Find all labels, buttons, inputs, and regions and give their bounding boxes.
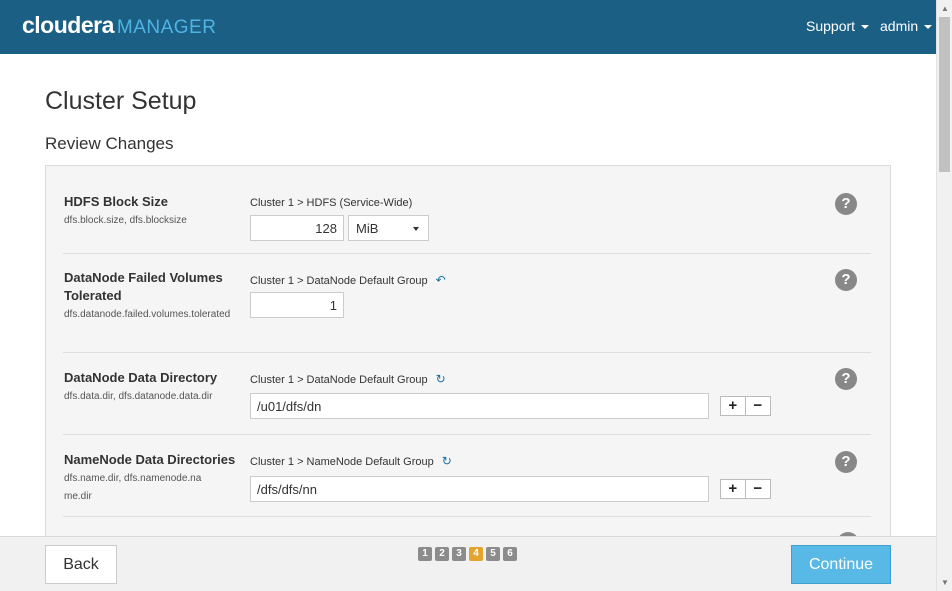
config-scope: Cluster 1 > NameNode Default Group ↻ bbox=[250, 454, 452, 468]
scroll-up-arrow-icon[interactable]: ▲ bbox=[937, 0, 952, 17]
wizard-step[interactable]: 1 bbox=[418, 547, 432, 561]
config-label: NameNode Data Directories bbox=[64, 452, 236, 467]
help-icon[interactable]: ? bbox=[835, 451, 857, 473]
config-keys: dfs.name.dir, dfs.namenode.name.dir bbox=[64, 473, 202, 502]
wizard-step-current[interactable]: 4 bbox=[469, 547, 483, 561]
config-scope: Cluster 1 > DataNode Default Group ↻ bbox=[250, 372, 446, 386]
add-directory-button[interactable]: + bbox=[721, 480, 746, 498]
support-menu-label: Support bbox=[806, 18, 856, 34]
datanode-data-dir-input[interactable]: /u01/dfs/dn bbox=[250, 393, 709, 419]
config-keys: dfs.data.dir, dfs.datanode.data.dir bbox=[64, 391, 213, 402]
config-row-datanode-data-dir: DataNode Data Directory dfs.data.dir, df… bbox=[63, 353, 871, 435]
config-keys: dfs.block.size, dfs.blocksize bbox=[64, 215, 187, 226]
directory-add-remove-group: + − bbox=[720, 479, 771, 499]
top-navbar: cloudera MANAGER Support admin bbox=[0, 0, 936, 54]
help-icon[interactable]: ? bbox=[835, 193, 857, 215]
logo-product: MANAGER bbox=[116, 17, 217, 38]
config-scope-text: Cluster 1 > DataNode Default Group bbox=[250, 374, 428, 386]
scrollbar-thumb[interactable] bbox=[939, 17, 950, 172]
wizard-footer: Back 1 2 3 4 5 6 Continue bbox=[0, 536, 936, 591]
caret-down-icon bbox=[861, 25, 870, 30]
config-row-hdfs-block-size: HDFS Block Size dfs.block.size, dfs.bloc… bbox=[63, 166, 871, 254]
config-scope-text: Cluster 1 > DataNode Default Group bbox=[250, 275, 428, 287]
block-size-unit-select[interactable]: MiB bbox=[348, 215, 429, 241]
remove-directory-button[interactable]: − bbox=[746, 480, 770, 498]
directory-add-remove-group: + − bbox=[720, 396, 771, 416]
failed-volumes-input[interactable]: 1 bbox=[250, 292, 344, 318]
wizard-step[interactable]: 2 bbox=[435, 547, 449, 561]
block-size-unit-value: MiB bbox=[356, 221, 379, 236]
undo-arrow-icon[interactable]: ↶ bbox=[436, 273, 446, 287]
config-scope-text: Cluster 1 > HDFS (Service-Wide) bbox=[250, 197, 413, 209]
config-scope-text: Cluster 1 > NameNode Default Group bbox=[250, 456, 434, 468]
continue-button[interactable]: Continue bbox=[791, 545, 891, 584]
caret-down-icon bbox=[924, 25, 933, 30]
cloudera-manager-logo[interactable]: cloudera MANAGER bbox=[22, 12, 216, 41]
review-changes-panel: HDFS Block Size dfs.block.size, dfs.bloc… bbox=[45, 165, 891, 545]
config-label: HDFS Block Size bbox=[64, 194, 169, 209]
refresh-icon[interactable]: ↻ bbox=[442, 454, 452, 468]
scroll-down-arrow-icon[interactable]: ▼ bbox=[937, 574, 952, 591]
namenode-data-dir-input[interactable]: /dfs/dfs/nn bbox=[250, 476, 709, 502]
wizard-step[interactable]: 5 bbox=[486, 547, 500, 561]
admin-menu[interactable]: admin bbox=[880, 18, 933, 34]
back-button[interactable]: Back bbox=[45, 545, 117, 584]
help-icon[interactable]: ? bbox=[835, 368, 857, 390]
wizard-step-indicator: 1 2 3 4 5 6 bbox=[418, 547, 517, 561]
wizard-step[interactable]: 6 bbox=[503, 547, 517, 561]
admin-menu-label: admin bbox=[880, 18, 919, 34]
add-directory-button[interactable]: + bbox=[721, 397, 746, 415]
logo-brand: cloudera bbox=[22, 12, 114, 38]
block-size-input[interactable]: 128 bbox=[250, 215, 344, 241]
help-icon[interactable]: ? bbox=[835, 269, 857, 291]
support-menu[interactable]: Support bbox=[806, 18, 870, 34]
config-row-failed-volumes: DataNode Failed Volumes Tolerated dfs.da… bbox=[63, 254, 871, 353]
select-caret-icon bbox=[413, 227, 419, 231]
section-title: Review Changes bbox=[45, 134, 174, 153]
config-row-namenode-data-dirs: NameNode Data Directories dfs.name.dir, … bbox=[63, 435, 871, 517]
refresh-icon[interactable]: ↻ bbox=[436, 372, 446, 386]
config-scope: Cluster 1 > HDFS (Service-Wide) bbox=[250, 197, 412, 209]
wizard-step[interactable]: 3 bbox=[452, 547, 466, 561]
config-keys: dfs.datanode.failed.volumes.tolerated bbox=[64, 309, 231, 320]
remove-directory-button[interactable]: − bbox=[746, 397, 770, 415]
config-scope: Cluster 1 > DataNode Default Group ↶ bbox=[250, 273, 446, 287]
config-label: DataNode Failed Volumes Tolerated bbox=[64, 270, 223, 303]
page-title: Cluster Setup bbox=[45, 87, 197, 115]
vertical-scrollbar[interactable]: ▲ ▼ bbox=[936, 0, 952, 591]
config-label: DataNode Data Directory bbox=[64, 370, 218, 385]
